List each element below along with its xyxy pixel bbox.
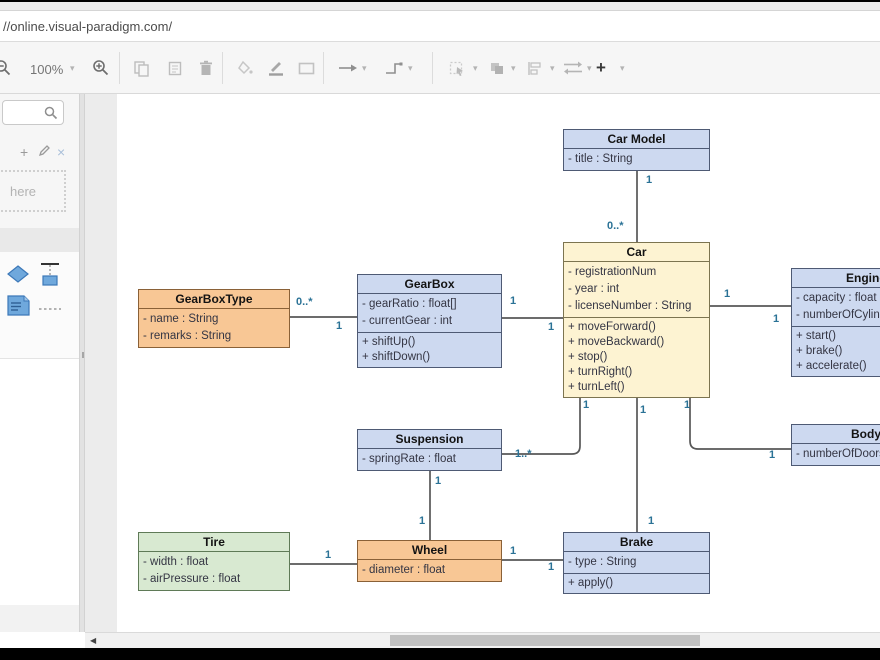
select-tool-caret-icon[interactable]: ▾ xyxy=(473,58,478,78)
copy-icon[interactable] xyxy=(133,58,150,78)
multiplicity-label: 1 xyxy=(769,449,775,461)
paste-icon[interactable] xyxy=(167,58,183,78)
scrollbar-thumb[interactable] xyxy=(390,635,700,646)
app-window: //online.visual-paradigm.com/ 100% ▾ xyxy=(0,0,880,660)
multiplicity-label: 1 xyxy=(510,295,516,307)
edge-car-body xyxy=(690,395,791,449)
multiplicity-label: 1 xyxy=(548,321,554,333)
diagram-canvas[interactable]: Car Model - title : String Car - registr… xyxy=(117,94,880,632)
multiplicity-label: 1 xyxy=(646,174,652,186)
delete-icon[interactable] xyxy=(198,58,214,78)
class-tire[interactable]: Tire - width : float - airPressure : flo… xyxy=(138,532,290,591)
zoom-out-icon[interactable] xyxy=(0,58,12,78)
shape-sidebar: + × here xyxy=(0,94,79,632)
multiplicity-label: 1 xyxy=(548,561,554,573)
multiplicity-label: 1 xyxy=(583,399,589,411)
multiplicity-label: 1 xyxy=(435,475,441,487)
toolbar-separator xyxy=(119,52,120,84)
browser-tab-band xyxy=(0,2,880,11)
distribute-caret-icon[interactable]: ▾ xyxy=(587,58,592,78)
multiplicity-label: 1 xyxy=(325,549,331,561)
class-engine[interactable]: Engine - capacity : float - numberOfCyli… xyxy=(791,268,880,377)
add-shape-caret-icon[interactable]: ▾ xyxy=(620,58,625,78)
edge-car-suspension xyxy=(502,395,580,454)
anchor-shape-icon[interactable] xyxy=(39,262,61,288)
shape-style-icon[interactable] xyxy=(297,58,316,78)
class-gearbox[interactable]: GearBox - gearRatio : float[] - currentG… xyxy=(357,274,502,368)
dashed-line-shape-icon[interactable] xyxy=(39,307,61,311)
arrow-style-caret-icon[interactable]: ▾ xyxy=(362,58,367,78)
add-icon[interactable]: + xyxy=(20,144,28,160)
align-icon[interactable] xyxy=(526,58,544,78)
class-brake[interactable]: Brake - type : String + apply() xyxy=(563,532,710,594)
class-gearbox-type[interactable]: GearBoxType - name : String - remarks : … xyxy=(138,289,290,348)
multiplicity-label: 0..* xyxy=(607,220,624,232)
class-wheel[interactable]: Wheel - diameter : float xyxy=(357,540,502,582)
fill-color-icon[interactable] xyxy=(236,58,254,78)
search-input[interactable] xyxy=(2,100,64,125)
multiplicity-label: 0..* xyxy=(296,296,313,308)
drop-zone-label: here xyxy=(10,184,36,199)
search-icon xyxy=(44,106,58,120)
sidebar-section-divider xyxy=(0,228,79,252)
shape-drop-zone[interactable]: here xyxy=(0,170,66,212)
toolbar-separator xyxy=(323,52,324,84)
multiplicity-label: 1 xyxy=(724,288,730,300)
sidebar-footer xyxy=(0,605,79,632)
sidebar-lower-panel xyxy=(0,358,79,605)
multiplicity-label: 1 xyxy=(648,515,654,527)
bring-forward-icon[interactable] xyxy=(488,58,506,78)
zoom-level-value[interactable]: 100% xyxy=(30,62,63,77)
multiplicity-label: 1 xyxy=(419,515,425,527)
class-body[interactable]: Body - numberOfDoors : int xyxy=(791,424,880,466)
toolbar-separator xyxy=(432,52,433,84)
class-suspension[interactable]: Suspension - springRate : float xyxy=(357,429,502,471)
multiplicity-label: 1 xyxy=(773,313,779,325)
class-car-model[interactable]: Car Model - title : String xyxy=(563,129,710,171)
scroll-left-arrow-icon[interactable]: ◀ xyxy=(90,636,96,645)
document-shape-icon[interactable] xyxy=(7,295,30,316)
toolbar-separator xyxy=(222,52,223,84)
line-color-icon[interactable] xyxy=(266,58,286,78)
bottom-border xyxy=(0,648,880,660)
horizontal-scrollbar[interactable]: ◀ xyxy=(85,632,880,648)
multiplicity-label: 1 xyxy=(510,545,516,557)
multiplicity-label: 1 xyxy=(684,399,690,411)
browser-address-bar[interactable]: //online.visual-paradigm.com/ xyxy=(0,11,880,42)
diamond-shape-icon[interactable] xyxy=(7,265,29,283)
shapes-palette xyxy=(0,252,79,358)
multiplicity-label: 1 xyxy=(640,404,646,416)
editor-toolbar: 100% ▾ ▾ ▾ xyxy=(0,42,880,94)
select-tool-icon[interactable] xyxy=(448,58,467,78)
close-icon[interactable]: × xyxy=(57,144,65,160)
zoom-level-caret-icon[interactable]: ▾ xyxy=(70,58,75,78)
url-text: //online.visual-paradigm.com/ xyxy=(3,19,172,34)
distribute-icon[interactable] xyxy=(562,58,584,78)
add-shape-icon[interactable]: + xyxy=(596,58,606,78)
panel-gutter xyxy=(85,94,117,632)
class-car[interactable]: Car - registrationNum - year : int - lic… xyxy=(563,242,710,398)
align-caret-icon[interactable]: ▾ xyxy=(550,58,555,78)
multiplicity-label: 1..* xyxy=(515,448,532,460)
multiplicity-label: 1 xyxy=(336,320,342,332)
connector-style-caret-icon[interactable]: ▾ xyxy=(408,58,413,78)
connector-style-icon[interactable] xyxy=(383,58,405,78)
bring-forward-caret-icon[interactable]: ▾ xyxy=(511,58,516,78)
zoom-in-icon[interactable] xyxy=(92,58,110,78)
edit-icon[interactable] xyxy=(38,144,51,160)
arrow-style-icon[interactable] xyxy=(337,58,359,78)
